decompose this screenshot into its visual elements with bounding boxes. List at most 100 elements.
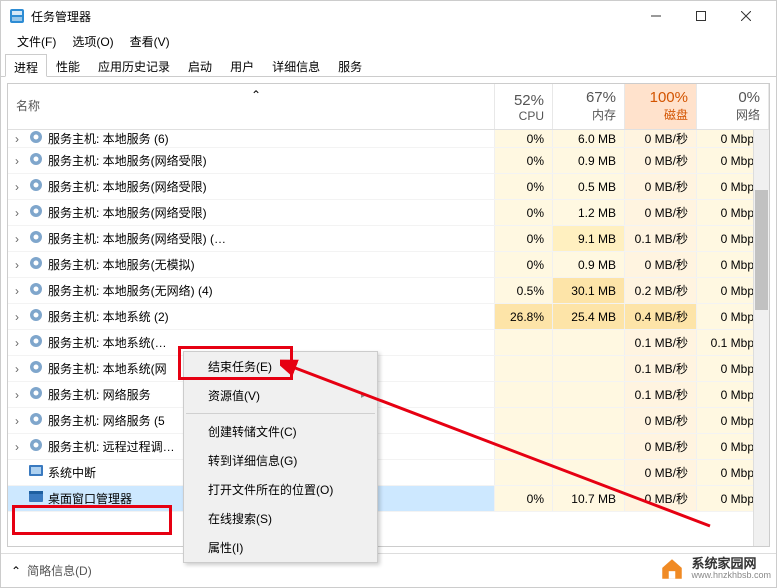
menu-file[interactable]: 文件(F) bbox=[9, 31, 64, 53]
expand-chevron-icon[interactable]: › bbox=[10, 284, 24, 298]
table-row[interactable]: ›服务主机: 本地服务 (6)0%6.0 MB0 MB/秒0 Mbps bbox=[8, 130, 769, 148]
process-icon bbox=[28, 437, 44, 456]
process-name: 服务主机: 本地系统(网 bbox=[48, 360, 167, 377]
table-row[interactable]: ›服务主机: 本地服务(网络受限) (…0%9.1 MB0.1 MB/秒0 Mb… bbox=[8, 226, 769, 252]
watermark-house-icon bbox=[659, 556, 685, 582]
watermark-url: www.hnzkhbsb.com bbox=[691, 571, 771, 581]
cell-cpu bbox=[495, 382, 553, 407]
header-network[interactable]: 0% 网络 bbox=[697, 84, 769, 129]
menu-options[interactable]: 选项(O) bbox=[64, 31, 121, 53]
menu-view[interactable]: 查看(V) bbox=[122, 31, 178, 53]
close-button[interactable] bbox=[723, 1, 768, 31]
header-memory[interactable]: 67% 内存 bbox=[553, 84, 625, 129]
tab-5[interactable]: 详细信息 bbox=[263, 53, 329, 76]
process-name: 服务主机: 本地系统 (2) bbox=[48, 308, 169, 325]
expand-chevron-icon[interactable]: › bbox=[10, 336, 24, 350]
scrollbar[interactable] bbox=[753, 130, 769, 546]
expand-chevron-icon[interactable]: › bbox=[10, 180, 24, 194]
table-row[interactable]: ›服务主机: 本地服务(网络受限)0%1.2 MB0 MB/秒0 Mbps bbox=[8, 200, 769, 226]
process-name: 桌面窗口管理器 bbox=[48, 490, 132, 507]
cell-memory: 6.0 MB bbox=[553, 130, 625, 147]
header-net-pct: 0% bbox=[705, 89, 760, 106]
tab-3[interactable]: 启动 bbox=[179, 53, 221, 76]
cell-memory bbox=[553, 330, 625, 355]
process-icon bbox=[28, 255, 44, 274]
cell-name: › 服务主机: 本地服务(无模拟) bbox=[8, 252, 495, 277]
context-menu: 结束任务(E) 资源值(V)▸ 创建转储文件(C) 转到详细信息(G) 打开文件… bbox=[183, 351, 378, 563]
process-name: 服务主机: 本地服务(无模拟) bbox=[48, 256, 195, 273]
expand-chevron-icon[interactable]: › bbox=[10, 154, 24, 168]
menu-go-details[interactable]: 转到详细信息(G) bbox=[184, 446, 377, 475]
app-icon bbox=[9, 8, 25, 24]
expand-chevron-icon[interactable]: › bbox=[10, 440, 24, 454]
process-icon bbox=[28, 333, 44, 352]
cell-memory: 25.4 MB bbox=[553, 304, 625, 329]
expand-chevron-icon[interactable]: › bbox=[10, 310, 24, 324]
table-row[interactable]: ›服务主机: 远程过程调…0 MB/秒0 Mbps bbox=[8, 434, 769, 460]
process-name: 服务主机: 本地服务(网络受限) (… bbox=[48, 230, 226, 247]
window-title: 任务管理器 bbox=[31, 8, 633, 25]
process-icon bbox=[28, 463, 44, 482]
table-row[interactable]: ›服务主机: 网络服务0.1 MB/秒0 Mbps bbox=[8, 382, 769, 408]
menu-properties[interactable]: 属性(I) bbox=[184, 533, 377, 562]
tab-6[interactable]: 服务 bbox=[329, 53, 371, 76]
cell-memory bbox=[553, 356, 625, 381]
menu-search-online-label: 在线搜索(S) bbox=[208, 510, 272, 527]
header-name[interactable]: ⌃ 名称 bbox=[8, 84, 495, 129]
header-disk[interactable]: 100% 磁盘 bbox=[625, 84, 697, 129]
process-name: 服务主机: 网络服务 bbox=[48, 386, 151, 403]
process-icon bbox=[28, 411, 44, 430]
header-net-label: 网络 bbox=[705, 106, 760, 123]
menu-search-online[interactable]: 在线搜索(S) bbox=[184, 504, 377, 533]
table-row[interactable]: 系统中断0 MB/秒0 Mbps bbox=[8, 460, 769, 486]
cell-cpu: 0% bbox=[495, 486, 553, 511]
process-icon bbox=[28, 385, 44, 404]
menu-end-task[interactable]: 结束任务(E) bbox=[184, 352, 377, 381]
header-mem-pct: 67% bbox=[561, 89, 616, 106]
expand-chevron-icon[interactable]: › bbox=[10, 206, 24, 220]
expand-chevron-icon[interactable]: › bbox=[10, 132, 24, 146]
header-cpu[interactable]: 52% CPU bbox=[495, 84, 553, 129]
watermark-name: 系统家园网 bbox=[691, 557, 771, 571]
cell-name: ›服务主机: 本地服务(网络受限) bbox=[8, 174, 495, 199]
content: ⌃ 名称 52% CPU 67% 内存 100% 磁盘 0% 网络 bbox=[1, 77, 776, 553]
cell-memory: 30.1 MB bbox=[553, 278, 625, 303]
tab-0[interactable]: 进程 bbox=[5, 54, 47, 77]
expand-chevron-icon[interactable]: › bbox=[10, 232, 24, 246]
cell-memory: 0.9 MB bbox=[553, 148, 625, 173]
table-row[interactable]: ›服务主机: 本地服务(网络受限)0%0.9 MB0 MB/秒0 Mbps bbox=[8, 148, 769, 174]
cell-cpu: 26.8% bbox=[495, 304, 553, 329]
process-icon bbox=[28, 281, 44, 300]
menu-create-dump[interactable]: 创建转储文件(C) bbox=[184, 417, 377, 446]
menu-resource-values[interactable]: 资源值(V)▸ bbox=[184, 381, 377, 410]
expand-chevron-icon[interactable]: › bbox=[10, 414, 24, 428]
table-row[interactable]: ›服务主机: 本地系统(网0.1 MB/秒0 Mbps bbox=[8, 356, 769, 382]
tab-1[interactable]: 性能 bbox=[47, 53, 89, 76]
table-row[interactable]: 桌面窗口管理器0%10.7 MB0 MB/秒0 Mbps bbox=[8, 486, 769, 512]
menu-open-location[interactable]: 打开文件所在的位置(O) bbox=[184, 475, 377, 504]
process-name: 服务主机: 远程过程调… bbox=[48, 438, 175, 455]
header-disk-pct: 100% bbox=[633, 89, 688, 106]
table-row[interactable]: ›服务主机: 网络服务 (50 MB/秒0 Mbps bbox=[8, 408, 769, 434]
table-row[interactable]: ›服务主机: 本地服务(无模拟)0%0.9 MB0 MB/秒0 Mbps bbox=[8, 252, 769, 278]
table-row[interactable]: ›服务主机: 本地服务(网络受限)0%0.5 MB0 MB/秒0 Mbps bbox=[8, 174, 769, 200]
tab-4[interactable]: 用户 bbox=[221, 53, 263, 76]
process-icon bbox=[28, 177, 44, 196]
tab-2[interactable]: 应用历史记录 bbox=[89, 53, 179, 76]
table-row[interactable]: ›服务主机: 本地系统 (2)26.8%25.4 MB0.4 MB/秒0 Mbp… bbox=[8, 304, 769, 330]
cell-disk: 0 MB/秒 bbox=[625, 408, 697, 433]
menu-create-dump-label: 创建转储文件(C) bbox=[208, 423, 297, 440]
expand-chevron-icon[interactable]: › bbox=[10, 388, 24, 402]
table-row[interactable]: ›服务主机: 本地系统(…0.1 MB/秒0.1 Mbps bbox=[8, 330, 769, 356]
table-row[interactable]: ›服务主机: 本地服务(无网络) (4)0.5%30.1 MB0.2 MB/秒0… bbox=[8, 278, 769, 304]
fewer-details-link[interactable]: 简略信息(D) bbox=[27, 562, 92, 579]
minimize-button[interactable] bbox=[633, 1, 678, 31]
cell-memory: 10.7 MB bbox=[553, 486, 625, 511]
maximize-button[interactable] bbox=[678, 1, 723, 31]
expand-chevron-icon[interactable]: › bbox=[10, 258, 24, 272]
header-mem-label: 内存 bbox=[561, 106, 616, 123]
cell-cpu bbox=[495, 330, 553, 355]
cell-cpu: 0% bbox=[495, 252, 553, 277]
scrollbar-thumb[interactable] bbox=[755, 190, 768, 310]
expand-chevron-icon[interactable]: › bbox=[10, 362, 24, 376]
